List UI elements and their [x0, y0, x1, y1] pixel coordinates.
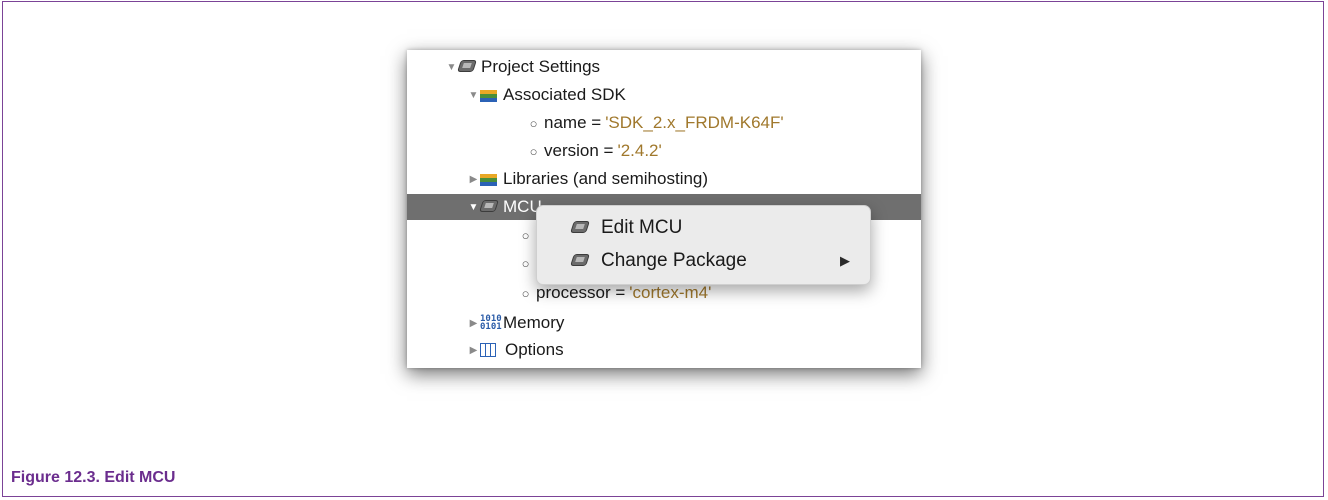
chip-icon — [480, 199, 500, 215]
tree-item-associated-sdk[interactable]: ▼ Associated SDK — [407, 82, 921, 108]
property-value: '2.4.2' — [617, 141, 662, 160]
menu-item-edit-mcu[interactable]: Edit MCU — [537, 212, 870, 244]
collapsed-triangle-icon[interactable]: ▶ — [467, 174, 480, 185]
property-key: name = — [544, 113, 602, 132]
chip-icon — [571, 220, 591, 236]
tree-item-options[interactable]: ▶ Options — [407, 337, 921, 363]
tree-item-sdk-name[interactable]: ○ name = 'SDK_2.x_FRDM-K64F' — [407, 110, 921, 136]
books-icon — [480, 174, 497, 186]
property-value: 'SDK_2.x_FRDM-K64F' — [605, 113, 784, 132]
chip-icon — [571, 253, 591, 269]
bullet-icon: ○ — [521, 255, 530, 271]
submenu-arrow-icon: ▶ — [840, 253, 850, 268]
tree-item-libraries[interactable]: ▶ Libraries (and semihosting) — [407, 166, 921, 192]
property-value: 'cortex-m4' — [629, 283, 712, 302]
bullet-icon: ○ — [521, 285, 530, 301]
property-key: processor = — [536, 283, 626, 302]
tree-label: Associated SDK — [503, 85, 626, 104]
property-key: version = — [544, 141, 614, 160]
context-menu: Edit MCU Change Package ▶ — [536, 205, 871, 285]
table-icon — [480, 342, 502, 358]
tree-label: Libraries (and semihosting) — [503, 169, 709, 188]
collapsed-triangle-icon[interactable]: ▶ — [467, 318, 480, 329]
binary-icon: 1010 0101 — [480, 314, 502, 332]
tree-item-sdk-version[interactable]: ○ version = '2.4.2' — [407, 138, 921, 164]
tree-label: Options — [505, 340, 564, 359]
books-icon — [480, 90, 497, 102]
tree-label: Memory — [503, 313, 565, 332]
chip-icon — [458, 59, 478, 75]
tree-item-memory[interactable]: ▶ 1010 0101 Memory — [407, 310, 921, 336]
figure-caption: Figure 12.3. Edit MCU — [11, 469, 176, 486]
expand-triangle-icon[interactable]: ▼ — [445, 62, 458, 73]
tree-item-project-settings[interactable]: ▼ Project Settings — [407, 54, 921, 80]
bullet-icon: ○ — [529, 143, 538, 159]
menu-item-label: Change Package — [601, 250, 747, 271]
collapsed-triangle-icon[interactable]: ▶ — [467, 345, 480, 356]
menu-item-label: Edit MCU — [601, 217, 683, 238]
bullet-icon: ○ — [521, 227, 530, 243]
tree-label: Project Settings — [481, 57, 601, 76]
bullet-icon: ○ — [529, 115, 538, 131]
menu-item-change-package[interactable]: Change Package ▶ — [537, 245, 870, 277]
figure-frame: ▼ Project Settings ▼ Associated SDK ○ na… — [2, 1, 1324, 497]
expand-triangle-icon[interactable]: ▼ — [467, 90, 480, 101]
expand-triangle-icon[interactable]: ▼ — [467, 202, 480, 213]
